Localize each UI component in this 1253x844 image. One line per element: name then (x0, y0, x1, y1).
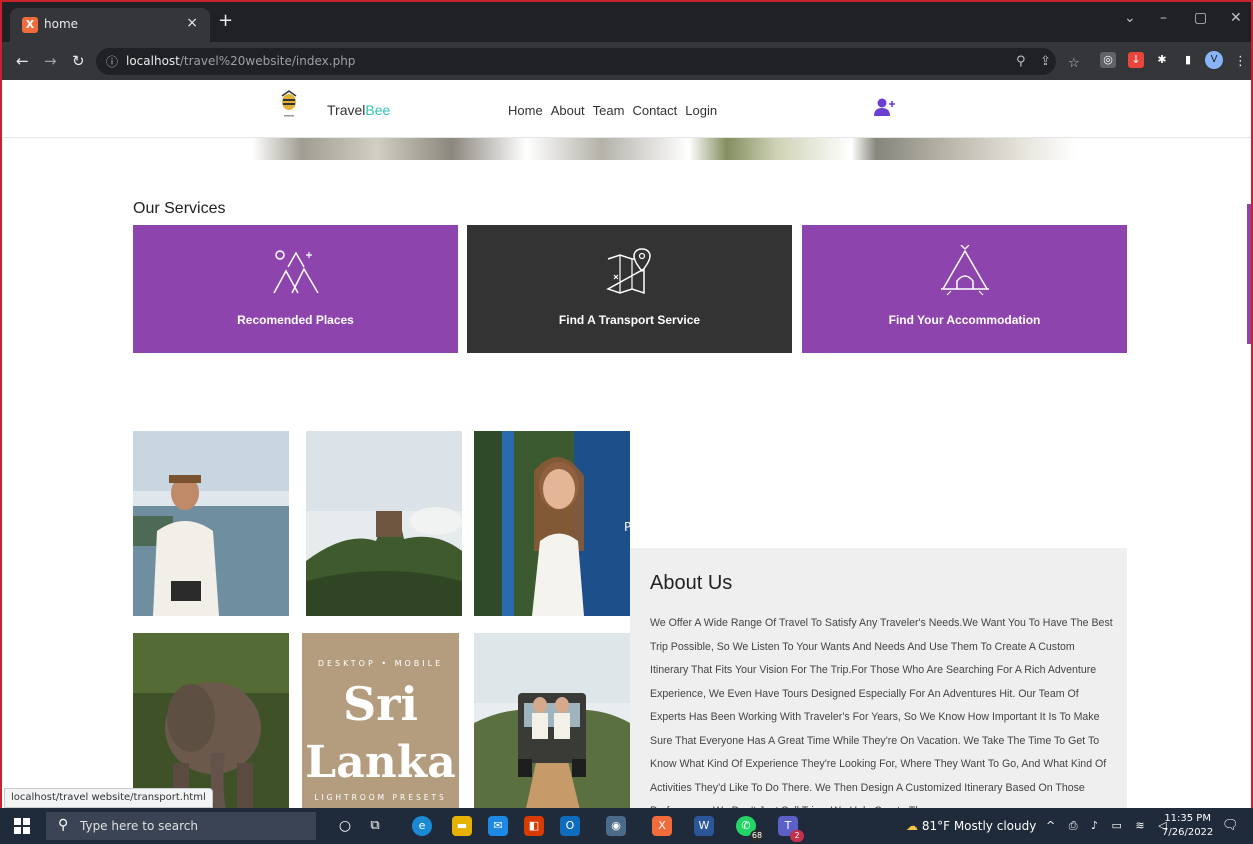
xampp-icon: X (22, 17, 38, 33)
cortana-icon[interactable]: ○ (335, 816, 355, 836)
cloud-sun-icon: ☁ (906, 819, 918, 833)
file-explorer-icon[interactable]: ▬ (452, 816, 472, 836)
browser-toolbar: ← → ↻ ⓘ localhost/travel%20website/index… (2, 42, 1251, 80)
weather-widget[interactable]: ☁ 81°F Mostly cloudy (906, 819, 1036, 833)
teams-badge: 2 (790, 830, 804, 842)
browser-window: X home × + ⌄ – ▢ ✕ ← → ↻ ⓘ localhost/tra… (0, 0, 1253, 844)
whatsapp-badge: 68 (750, 830, 764, 842)
address-bar[interactable]: ⓘ localhost/travel%20website/index.php ⚲… (96, 48, 1056, 75)
chrome-icon[interactable]: ◉ (606, 816, 626, 836)
service-label: Find A Transport Service (558, 313, 701, 327)
site-navbar: TravelBee Home About Team Contact Login (2, 80, 1251, 138)
web-page: TravelBee Home About Team Contact Login … (2, 80, 1251, 810)
gallery-photo-train: P (474, 431, 630, 616)
about-panel: About Us We Offer A Wide Range Of Travel… (630, 548, 1127, 810)
minimize-icon[interactable]: – (1160, 10, 1167, 26)
mail-icon[interactable]: ✉ (488, 816, 508, 836)
poster-line1: Sri (343, 677, 418, 731)
tent-icon (940, 245, 989, 296)
windows-start-icon[interactable] (14, 818, 30, 834)
link-status-bar: localhost/travel website/transport.html (4, 788, 213, 808)
search-placeholder: Type here to search (80, 819, 198, 833)
mountains-icon (272, 250, 319, 294)
gallery-photo-rock (306, 431, 462, 616)
bookmark-star-icon[interactable]: ☆ (1068, 56, 1080, 71)
gallery-poster-sri-lanka: DESKTOP • MOBILE Sri Lanka LIGHTROOM PRE… (302, 633, 459, 810)
about-title: About Us (650, 572, 733, 594)
word-icon[interactable]: W (694, 816, 714, 836)
site-info-icon[interactable]: ⓘ (106, 53, 118, 70)
map-pin-icon (605, 248, 651, 295)
office-icon[interactable]: ◧ (524, 816, 544, 836)
nav-home[interactable]: Home (508, 103, 543, 118)
search-icon: ⚲ (58, 817, 69, 833)
nav-contact[interactable]: Contact (632, 103, 677, 118)
menu-kebab-icon[interactable]: ⋮ (1234, 54, 1247, 69)
reload-icon[interactable]: ↻ (72, 52, 85, 70)
brand-name[interactable]: TravelBee (327, 102, 390, 118)
bee-logo-icon[interactable] (278, 90, 300, 120)
service-label: Recomended Places (237, 313, 354, 327)
taskbar-search[interactable]: ⚲ Type here to search (46, 812, 316, 840)
service-label: Find Your Accommodation (888, 313, 1041, 327)
page-scroll-indicator[interactable] (1247, 204, 1251, 344)
nav-login[interactable]: Login (685, 103, 717, 118)
gallery-photo-traveler (133, 431, 289, 616)
outlook-icon[interactable]: O (560, 816, 580, 836)
extensions-puzzle-icon[interactable]: ✱ (1154, 52, 1170, 68)
download-extension-icon[interactable]: ↓ (1128, 52, 1144, 68)
poster-line2: Lanka (305, 737, 456, 788)
back-icon[interactable]: ← (16, 52, 29, 70)
add-user-icon[interactable] (874, 98, 896, 116)
train-side-letter: P (624, 520, 630, 534)
poster-top-text: DESKTOP • MOBILE (317, 659, 444, 668)
clock-time: 11:35 PM (1164, 813, 1211, 824)
tab-search-icon[interactable]: ⌄ (1124, 10, 1136, 26)
service-card-accommodation[interactable]: Find Your Accommodation (802, 225, 1127, 353)
task-view-icon[interactable]: ⧉ (365, 816, 385, 836)
forward-icon[interactable]: → (44, 52, 57, 70)
extension-icon[interactable]: ◎ (1100, 52, 1116, 68)
tab-home[interactable]: X home × (10, 8, 210, 42)
service-card-places[interactable]: Recomended Places (133, 225, 458, 353)
taskbar-clock[interactable]: 11:35 PM 7/26/2022 (1162, 812, 1213, 840)
tab-title: home (44, 17, 79, 31)
service-card-transport[interactable]: Find A Transport Service (467, 225, 792, 353)
about-body: We Offer A Wide Range Of Travel To Satis… (650, 617, 1113, 810)
close-window-icon[interactable]: ✕ (1230, 10, 1242, 26)
edge-icon[interactable]: e (412, 816, 432, 836)
zoom-icon[interactable]: ⚲ (1016, 54, 1026, 69)
close-tab-icon[interactable]: × (186, 15, 198, 31)
poster-bottom-text: LIGHTROOM PRESETS (314, 793, 447, 802)
hero-image-edge (2, 138, 1251, 160)
notification-icon[interactable]: 🗨 (1222, 818, 1239, 833)
services-title: Our Services (133, 200, 226, 217)
gallery-photo-jeep (474, 633, 630, 810)
windows-taskbar: ⚲ Type here to search ○ ⧉ e ▬ ✉ ◧ O ◉ X … (0, 808, 1253, 844)
maximize-icon[interactable]: ▢ (1194, 10, 1207, 26)
profile-avatar[interactable]: V (1205, 51, 1223, 69)
gallery-photo-elephant (133, 633, 289, 810)
xampp-taskbar-icon[interactable]: X (652, 816, 672, 836)
url-text[interactable]: localhost/travel%20website/index.php (126, 54, 355, 68)
nav-about[interactable]: About (551, 103, 585, 118)
nav-links: Home About Team Contact Login (508, 103, 717, 118)
nav-team[interactable]: Team (593, 103, 625, 118)
system-tray[interactable]: ^ ⎙ ♪ ▭ ≋ ◁ (1046, 819, 1172, 833)
tab-strip: X home × + ⌄ – ▢ ✕ (2, 2, 1251, 42)
share-icon[interactable]: ⇪ (1040, 54, 1051, 69)
side-panel-icon[interactable]: ▮ (1180, 52, 1196, 68)
new-tab-button[interactable]: + (218, 10, 233, 31)
clock-date: 7/26/2022 (1162, 827, 1214, 838)
